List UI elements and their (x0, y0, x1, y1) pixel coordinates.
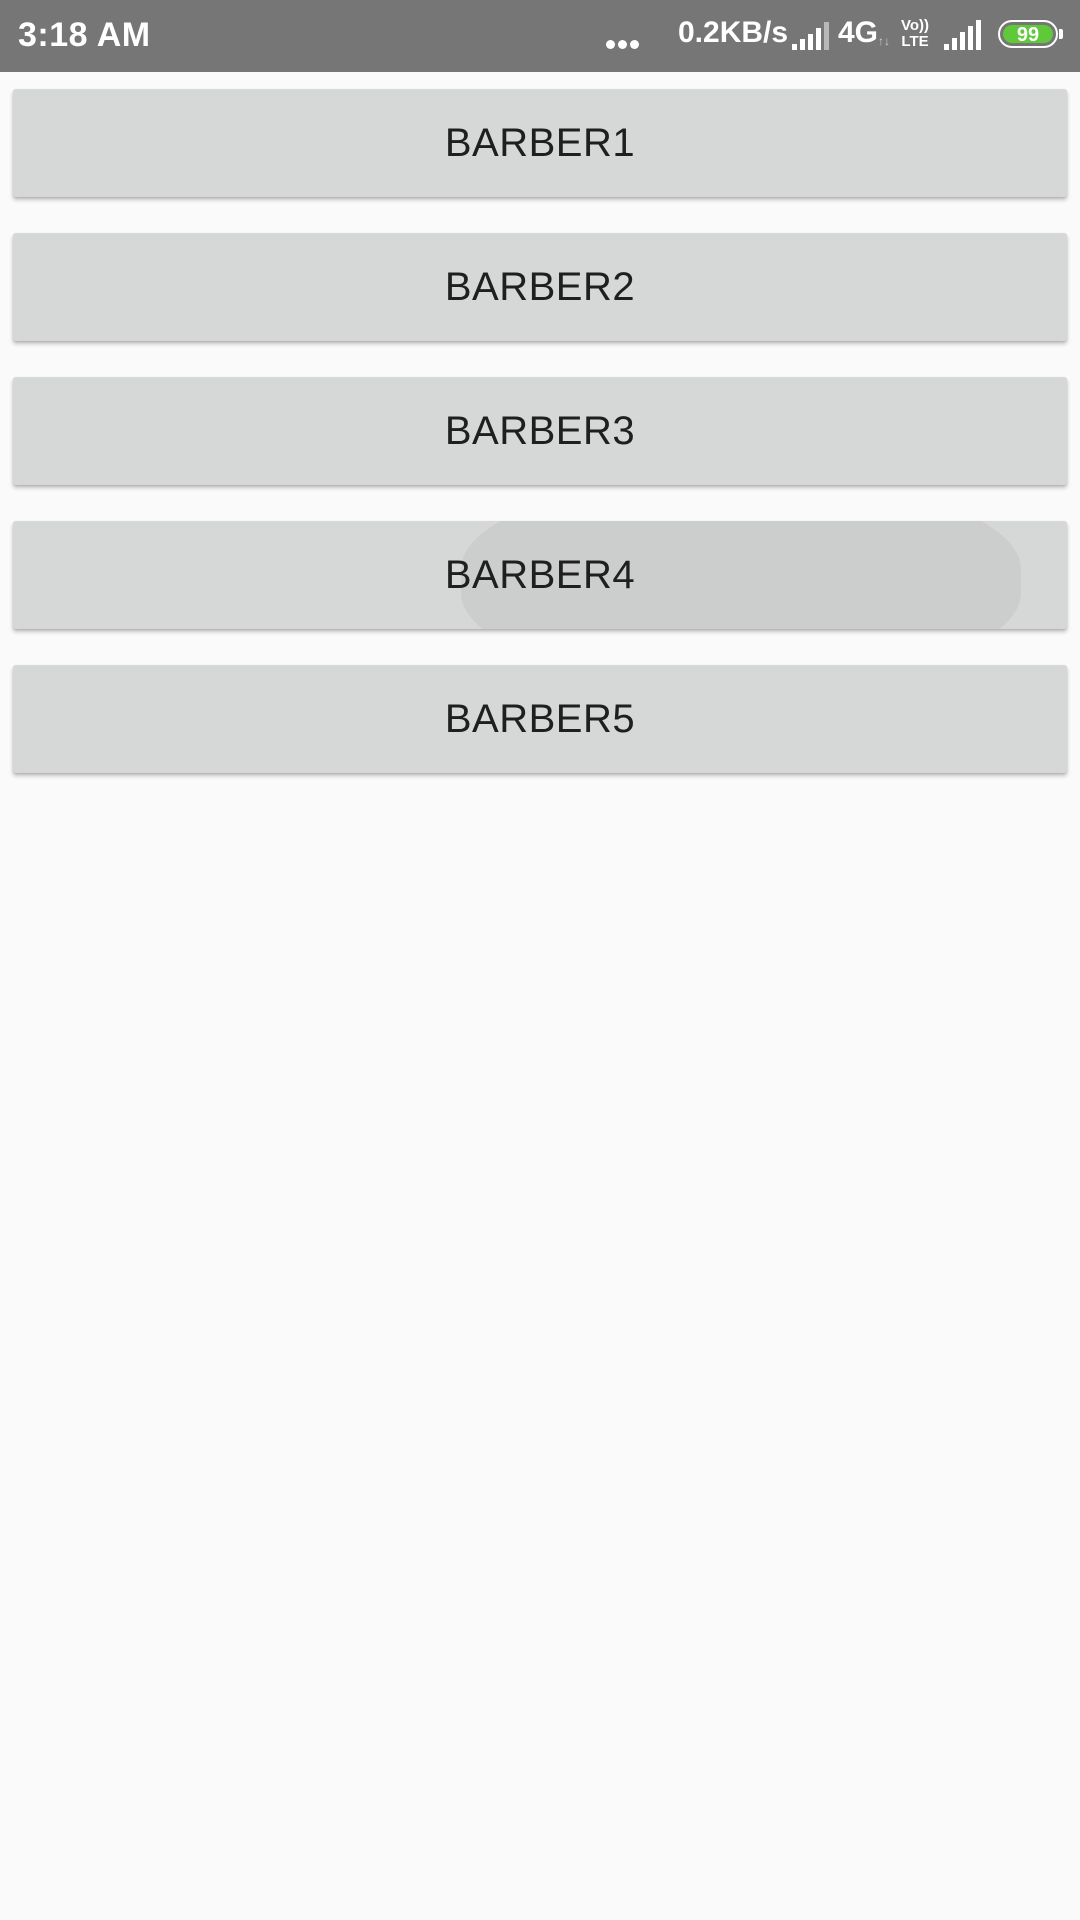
signal-icon (944, 20, 981, 50)
barber-label: BARBER1 (444, 120, 636, 165)
barber-label: BARBER3 (444, 408, 636, 453)
battery-level: 99 (1003, 25, 1053, 45)
battery-icon: 99 (998, 20, 1064, 52)
data-activity-icon: ↑↓ (878, 34, 890, 48)
barber-button-5[interactable]: BARBER5 (13, 665, 1067, 773)
status-time: 3:18 AM (18, 16, 151, 54)
volte-top: Vo)) (900, 17, 930, 34)
network-type: 4G (838, 16, 879, 49)
volte-icon: Vo)) LTE (898, 18, 932, 50)
barber-button-1[interactable]: BARBER1 (13, 89, 1067, 197)
status-bar: 3:18 AM 0.2KB/s 4G ↑↓ Vo)) LTE 99 (0, 0, 1080, 72)
barber-button-2[interactable]: BARBER2 (13, 233, 1067, 341)
barber-label: BARBER2 (444, 264, 636, 309)
barber-label: BARBER5 (444, 696, 636, 741)
barber-button-4[interactable]: BARBER4 (13, 521, 1067, 629)
signal-icon (792, 22, 829, 50)
barber-button-3[interactable]: BARBER3 (13, 377, 1067, 485)
more-dots-icon (606, 40, 640, 50)
network-speed: 0.2KB/s (678, 16, 789, 49)
volte-bottom: LTE (901, 33, 929, 50)
barber-label: BARBER4 (444, 552, 636, 597)
